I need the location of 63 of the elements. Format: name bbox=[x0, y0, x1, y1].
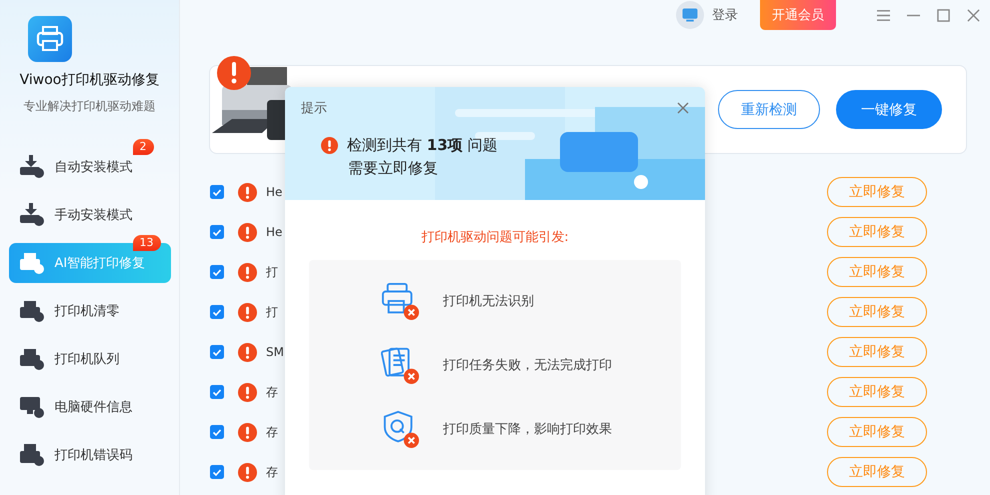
issue-summary: 检测到共有 13项 问题 bbox=[347, 136, 498, 155]
fix-button[interactable]: 立即修复 bbox=[827, 417, 927, 447]
checkbox[interactable] bbox=[210, 225, 224, 239]
fix-button[interactable]: 立即修复 bbox=[827, 297, 927, 327]
checkbox[interactable] bbox=[210, 185, 224, 199]
sidebar-item[interactable]: 电脑硬件信息 bbox=[8, 387, 170, 427]
fix-button[interactable]: 立即修复 bbox=[827, 257, 927, 287]
repair-all-button[interactable]: 一键修复 bbox=[836, 90, 942, 129]
issue-text: 打 bbox=[266, 264, 279, 280]
sidebar-item[interactable]: 打印机队列 bbox=[8, 339, 170, 379]
fix-button[interactable]: 立即修复 bbox=[827, 177, 927, 207]
printer-error-icon bbox=[381, 282, 419, 320]
close-icon[interactable] bbox=[967, 8, 980, 22]
checkbox[interactable] bbox=[210, 265, 224, 279]
effect-text: 打印机无法识别 bbox=[443, 293, 534, 310]
effect-text: 打印质量下降，影响打印效果 bbox=[443, 421, 612, 438]
repair-notice: 需要立即修复 bbox=[348, 159, 439, 178]
issue-text: SM bbox=[266, 345, 285, 359]
shield-error-icon bbox=[381, 410, 419, 448]
checkbox[interactable] bbox=[210, 465, 224, 479]
warning-icon bbox=[238, 382, 257, 402]
warning-icon bbox=[238, 262, 257, 282]
issue-text: 存 bbox=[266, 384, 279, 400]
warning-icon bbox=[321, 137, 338, 154]
warning-icon bbox=[238, 302, 257, 322]
fix-button[interactable]: 立即修复 bbox=[827, 377, 927, 407]
sidebar-item[interactable]: 手动安装模式 bbox=[8, 195, 170, 235]
monitor-icon bbox=[18, 395, 44, 419]
warning-icon bbox=[238, 222, 257, 242]
app-logo-icon bbox=[28, 16, 72, 62]
dialog-title: 提示 bbox=[301, 100, 327, 117]
sidebar-item[interactable]: 打印机清零 bbox=[8, 291, 170, 331]
warning-icon bbox=[238, 422, 257, 442]
issue-text: 存 bbox=[266, 424, 279, 440]
issue-text: He bbox=[266, 185, 284, 199]
effect-text: 打印任务失败，无法完成打印 bbox=[443, 357, 612, 374]
fix-button[interactable]: 立即修复 bbox=[827, 457, 927, 487]
checkbox[interactable] bbox=[210, 345, 224, 359]
fix-button[interactable]: 立即修复 bbox=[827, 217, 927, 247]
menu-icon[interactable] bbox=[877, 8, 890, 22]
vip-button[interactable]: 开通会员 bbox=[760, 0, 836, 30]
app-name: Viwoo打印机驱动修复 bbox=[20, 71, 160, 89]
warning-icon bbox=[238, 462, 257, 482]
checkbox[interactable] bbox=[210, 425, 224, 439]
app-tagline: 专业解决打印机驱动难题 bbox=[24, 98, 156, 115]
warning-icon bbox=[238, 342, 257, 362]
login-link[interactable]: 登录 bbox=[712, 6, 738, 24]
rescan-button[interactable]: 重新检测 bbox=[718, 90, 820, 129]
avatar-icon[interactable] bbox=[676, 1, 704, 29]
fix-button[interactable]: 立即修复 bbox=[827, 337, 927, 367]
maximize-icon[interactable] bbox=[937, 8, 950, 22]
checkbox[interactable] bbox=[210, 305, 224, 319]
issue-text: He bbox=[266, 225, 284, 239]
issue-text: 存 bbox=[266, 464, 279, 480]
sidebar-item[interactable]: 打印机错误码 bbox=[8, 435, 170, 475]
section-heading: 打印机驱动问题可能引发: bbox=[420, 229, 570, 246]
document-error-icon bbox=[381, 346, 419, 384]
checkbox[interactable] bbox=[210, 385, 224, 399]
issue-text: 打 bbox=[266, 304, 279, 320]
count-badge: 2 bbox=[132, 139, 154, 155]
count-badge: 13 bbox=[132, 235, 160, 251]
warning-icon bbox=[238, 182, 257, 202]
close-icon[interactable] bbox=[677, 102, 689, 114]
